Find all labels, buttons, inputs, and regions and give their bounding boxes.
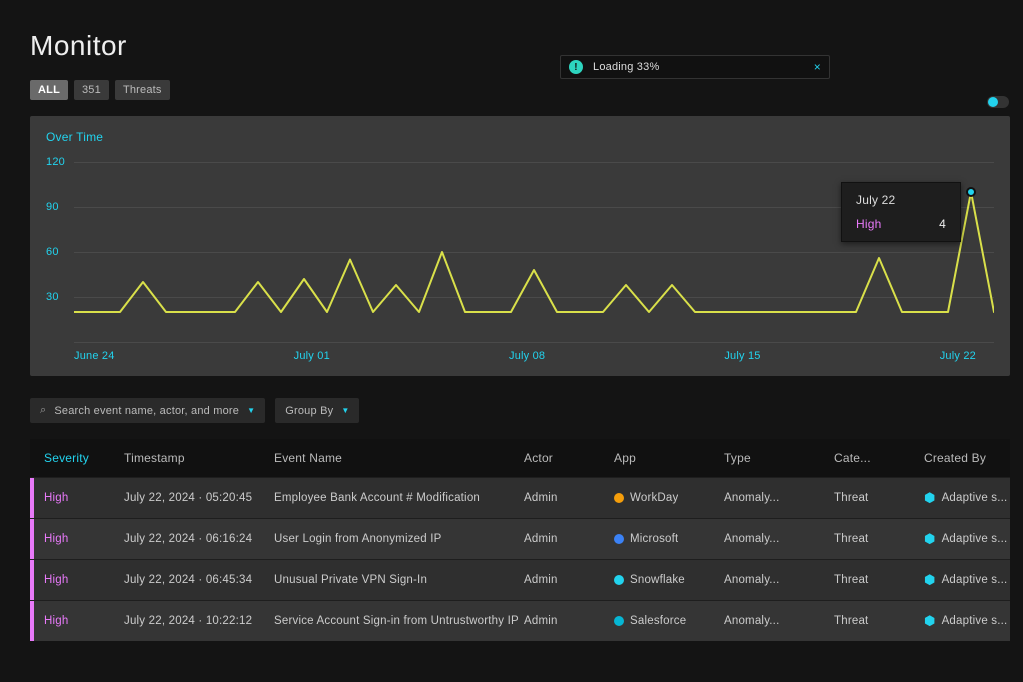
filter-tabs: ALL 351 Threats <box>30 80 1023 100</box>
cell-category: Threat <box>834 533 924 545</box>
search-input[interactable]: ⌕ Search event name, actor, and more ▼ <box>30 398 265 423</box>
xtick: July 22 <box>940 350 976 362</box>
cell-actor: Admin <box>524 574 614 586</box>
chart-hover-dot <box>966 187 976 197</box>
groupby-select[interactable]: Group By ▼ <box>275 398 359 423</box>
shield-icon: ⬢ <box>924 613 936 629</box>
cell-severity: High <box>44 615 124 627</box>
col-actor[interactable]: Actor <box>524 451 614 465</box>
app-icon <box>614 616 624 626</box>
groupby-label: Group By <box>285 405 333 417</box>
chart-plot-area[interactable]: 120 90 60 30 July 22 High 4 <box>46 162 994 342</box>
shield-icon: ⬢ <box>924 531 936 547</box>
table-header: Severity Timestamp Event Name Actor App … <box>30 439 1010 477</box>
over-time-chart: Over Time 120 90 60 30 July 22 High 4 <box>30 116 1010 376</box>
tooltip-severity: High <box>856 217 881 231</box>
table-body: HighJuly 22, 2024 · 05:20:45Employee Ban… <box>30 477 1010 641</box>
table-row[interactable]: HighJuly 22, 2024 · 05:20:45Employee Ban… <box>30 477 1010 518</box>
cell-category: Threat <box>834 492 924 504</box>
cell-app: Snowflake <box>614 574 724 586</box>
cell-timestamp: July 22, 2024 · 10:22:12 <box>124 615 274 627</box>
xtick: July 15 <box>724 350 760 362</box>
table-row[interactable]: HighJuly 22, 2024 · 06:16:24User Login f… <box>30 518 1010 559</box>
x-axis-ticks: June 24 July 01 July 08 July 15 July 22 <box>74 350 976 362</box>
page-title: Monitor <box>30 30 1023 62</box>
cell-created-by: ⬢Adaptive s... <box>924 572 1023 588</box>
cell-actor: Admin <box>524 492 614 504</box>
ytick-30: 30 <box>46 291 59 303</box>
col-type[interactable]: Type <box>724 451 834 465</box>
cell-app: Salesforce <box>614 615 724 627</box>
cell-severity: High <box>44 574 124 586</box>
close-icon[interactable]: × <box>814 60 821 74</box>
cell-app: Microsoft <box>614 533 724 545</box>
cell-timestamp: July 22, 2024 · 05:20:45 <box>124 492 274 504</box>
xtick: July 01 <box>294 350 330 362</box>
col-severity[interactable]: Severity <box>44 451 124 465</box>
shield-icon: ⬢ <box>924 572 936 588</box>
search-icon: ⌕ <box>40 404 46 417</box>
ytick-60: 60 <box>46 246 59 258</box>
loading-toast: ! Loading 33% × <box>560 55 830 79</box>
cell-event-name: Service Account Sign-in from Untrustwort… <box>274 615 524 627</box>
cell-timestamp: July 22, 2024 · 06:45:34 <box>124 574 274 586</box>
cell-created-by: ⬢Adaptive s... <box>924 613 1023 629</box>
toast-text: Loading 33% <box>593 61 659 73</box>
cell-event-name: User Login from Anonymized IP <box>274 533 524 545</box>
tab-all[interactable]: ALL <box>30 80 68 100</box>
col-timestamp[interactable]: Timestamp <box>124 451 274 465</box>
search-placeholder: Search event name, actor, and more <box>54 405 239 417</box>
tooltip-date: July 22 <box>856 193 946 207</box>
app-icon <box>614 575 624 585</box>
cell-event-name: Employee Bank Account # Modification <box>274 492 524 504</box>
chart-title: Over Time <box>46 130 994 144</box>
app-icon <box>614 493 624 503</box>
tab-count[interactable]: 351 <box>74 80 109 100</box>
ytick-90: 90 <box>46 201 59 213</box>
chart-tooltip: July 22 High 4 <box>841 182 961 242</box>
cell-severity: High <box>44 533 124 545</box>
shield-icon: ⬢ <box>924 490 936 506</box>
cell-type: Anomaly... <box>724 574 834 586</box>
ytick-120: 120 <box>46 156 65 168</box>
col-app[interactable]: App <box>614 451 724 465</box>
cell-category: Threat <box>834 615 924 627</box>
col-event-name[interactable]: Event Name <box>274 451 524 465</box>
cell-app: WorkDay <box>614 492 724 504</box>
cell-type: Anomaly... <box>724 492 834 504</box>
cell-category: Threat <box>834 574 924 586</box>
col-category[interactable]: Cate... <box>834 451 924 465</box>
cell-actor: Admin <box>524 533 614 545</box>
tab-threats[interactable]: Threats <box>115 80 170 100</box>
cell-timestamp: July 22, 2024 · 06:16:24 <box>124 533 274 545</box>
cell-created-by: ⬢Adaptive s... <box>924 490 1023 506</box>
cell-created-by: ⬢Adaptive s... <box>924 531 1023 547</box>
chevron-down-icon: ▼ <box>341 406 349 415</box>
table-row[interactable]: HighJuly 22, 2024 · 10:22:12Service Acco… <box>30 600 1010 641</box>
tooltip-value: 4 <box>939 217 946 231</box>
filter-row: ⌕ Search event name, actor, and more ▼ G… <box>30 398 1010 423</box>
xtick: June 24 <box>74 350 115 362</box>
xtick: July 08 <box>509 350 545 362</box>
table-row[interactable]: HighJuly 22, 2024 · 06:45:34Unusual Priv… <box>30 559 1010 600</box>
chevron-down-icon: ▼ <box>247 406 255 415</box>
cell-event-name: Unusual Private VPN Sign-In <box>274 574 524 586</box>
cell-type: Anomaly... <box>724 533 834 545</box>
app-icon <box>614 534 624 544</box>
cell-severity: High <box>44 492 124 504</box>
alert-icon: ! <box>569 60 583 74</box>
view-toggle[interactable] <box>987 96 1009 108</box>
col-created-by[interactable]: Created By <box>924 451 1023 465</box>
cell-actor: Admin <box>524 615 614 627</box>
cell-type: Anomaly... <box>724 615 834 627</box>
